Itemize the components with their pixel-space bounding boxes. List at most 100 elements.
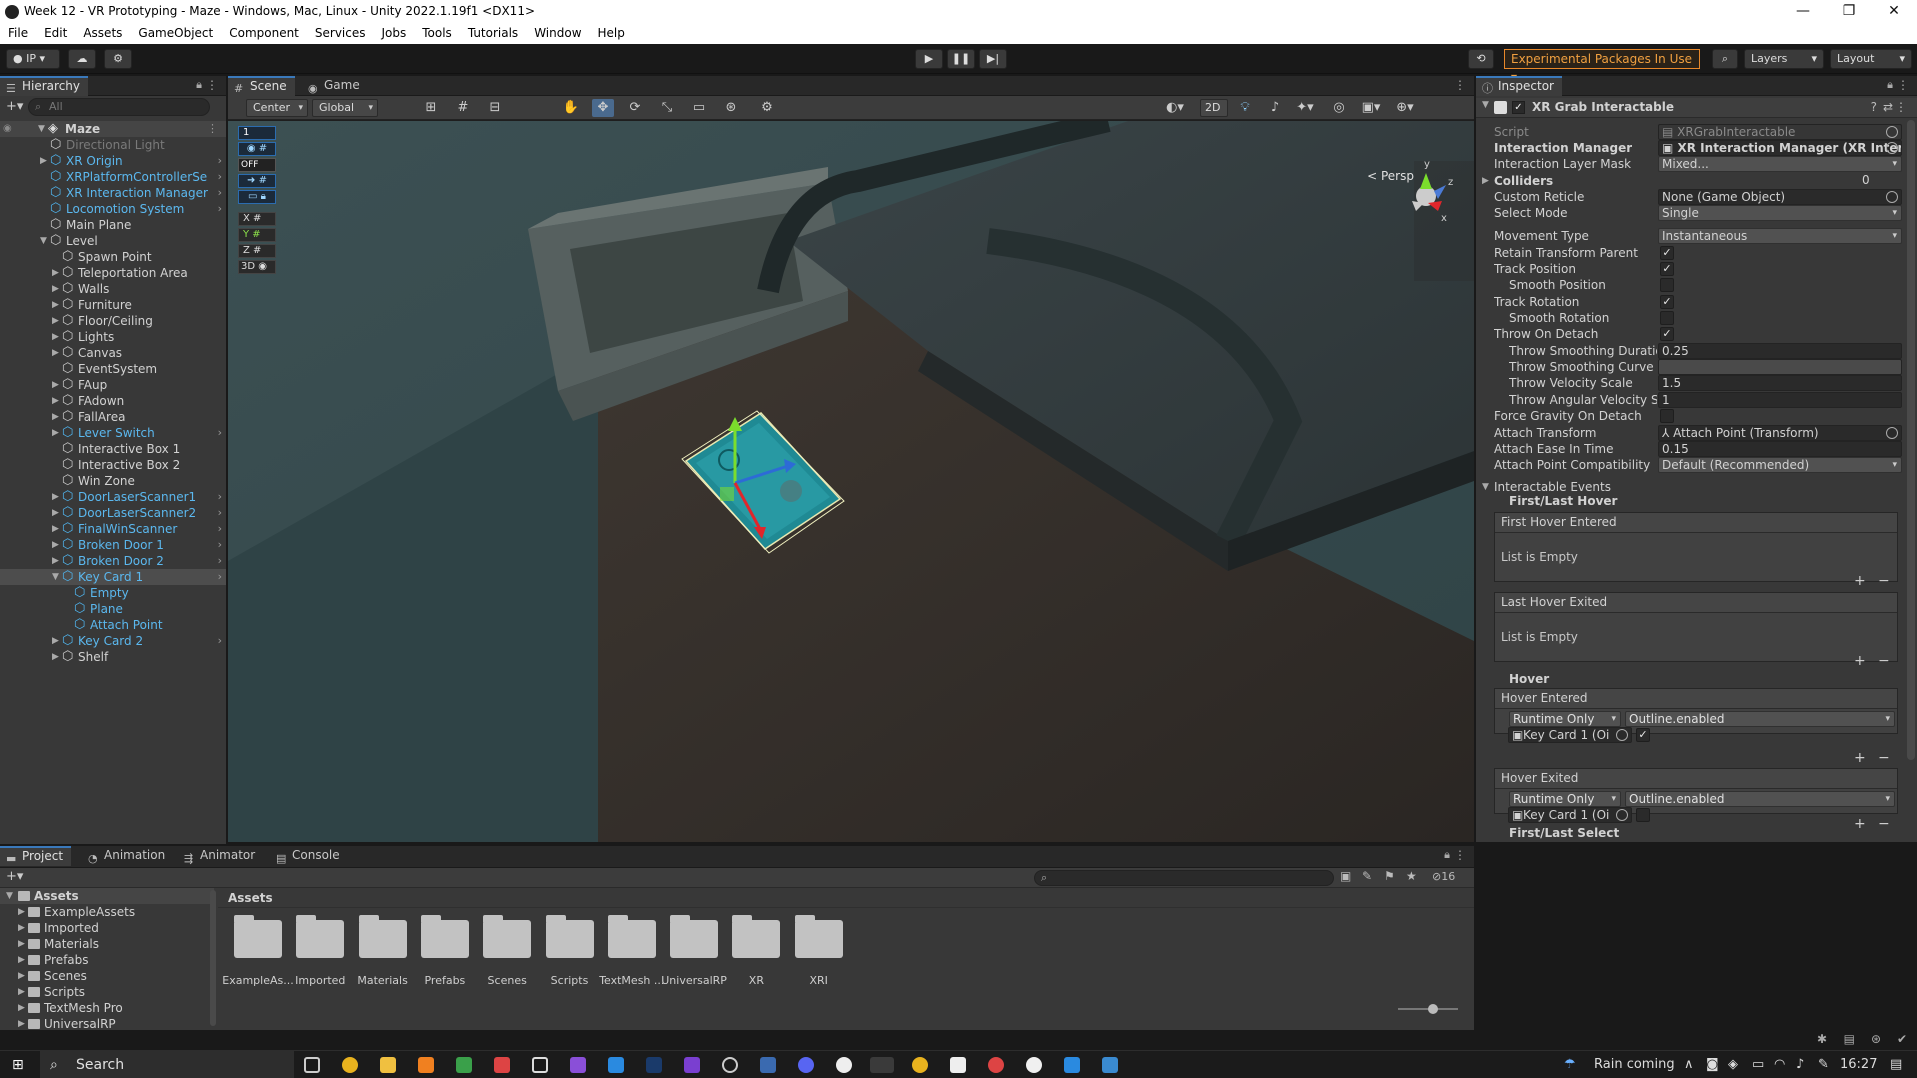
scale-tool-icon[interactable]: ⤡ [656, 99, 678, 117]
tab-console[interactable]: ▤ Console [270, 846, 348, 866]
hierarchy-item[interactable]: ▶ ⬡ DoorLaserScanner2 › [0, 505, 226, 521]
increment-snap-icon[interactable]: ⊟ [484, 99, 506, 117]
throw-velocity-scale-field[interactable]: 1.5 [1658, 375, 1902, 391]
remove-event-button[interactable]: − [1878, 573, 1890, 589]
pivot-center-dropdown[interactable]: Center ▾ [246, 99, 308, 117]
expand-arrow-icon[interactable]: ▶ [52, 553, 59, 569]
history-icon[interactable]: ⟲ [1468, 49, 1494, 69]
movement-type-dropdown[interactable]: Instantaneous ▾ [1658, 228, 1902, 244]
lock-icon[interactable]: 🔒︎ [1444, 848, 1450, 862]
object-picker-icon[interactable] [1886, 191, 1898, 203]
more-options-icon[interactable]: ⋮ [1454, 78, 1466, 92]
open-prefab-arrow-icon[interactable]: › [218, 537, 222, 553]
expand-arrow-icon[interactable]: ▶ [18, 984, 25, 1000]
play-button[interactable]: ▶ [915, 49, 943, 69]
cache-icon[interactable]: ▤ [1844, 1032, 1855, 1046]
asset-folder-item[interactable]: XRI [781, 914, 857, 987]
hierarchy-item[interactable]: ▶ ⬡ FallArea [0, 409, 226, 425]
tree-folder-item[interactable]: ▶ UniversalRP [0, 1016, 214, 1030]
expand-arrow-icon[interactable]: ▶ [52, 505, 59, 521]
tab-scene[interactable]: # Scene [228, 76, 295, 96]
account-dropdown[interactable]: ● IP ▾ [6, 49, 60, 69]
hierarchy-item[interactable]: ⬡ Interactive Box 1 [0, 441, 226, 457]
expand-arrow-icon[interactable]: ▶ [52, 281, 59, 297]
menu-tools[interactable]: Tools [414, 24, 460, 40]
rotate-tool-icon[interactable]: ⟳ [624, 99, 646, 117]
collapse-arrow-icon[interactable]: ▼ [1482, 100, 1489, 110]
hierarchy-item[interactable]: ▶ ⬡ FAup [0, 377, 226, 393]
expand-arrow-icon[interactable]: ▶ [18, 1016, 25, 1030]
tree-folder-item[interactable]: ▶ Prefabs [0, 952, 214, 968]
project-search-input[interactable]: ⌕ [1034, 870, 1334, 886]
network-icon[interactable]: ◈ [1728, 1057, 1738, 1073]
expand-arrow-icon[interactable]: ▶ [18, 968, 25, 984]
twitch-icon[interactable] [570, 1057, 586, 1073]
open-prefab-arrow-icon[interactable]: › [218, 521, 222, 537]
menu-assets[interactable]: Assets [75, 24, 130, 40]
tree-folder-item[interactable]: ▶ ExampleAssets [0, 904, 214, 920]
gmail-icon[interactable] [494, 1057, 510, 1073]
hierarchy-item[interactable]: ⬡ Directional Light [0, 137, 226, 153]
breadcrumb[interactable]: Assets [218, 888, 1474, 908]
more-options-icon[interactable]: ⋮ [1897, 78, 1909, 92]
overlay-layer-button[interactable]: 1 [238, 126, 276, 140]
expand-arrow-icon[interactable]: ▶ [52, 649, 59, 665]
collab-icon[interactable]: ⚙ [104, 49, 132, 69]
camera-settings-icon[interactable]: ▣▾ [1360, 99, 1382, 117]
hierarchy-item[interactable]: ▼ ⬡ Key Card 1 › [0, 569, 226, 585]
grid-snap-icon[interactable]: ⊞ [420, 99, 442, 117]
tree-folder-item[interactable]: ▶ Scenes [0, 968, 214, 984]
add-event-button[interactable]: + [1854, 750, 1866, 766]
visual-studio-icon[interactable] [684, 1057, 700, 1073]
app-icon[interactable] [1064, 1057, 1080, 1073]
collapse-arrow-icon[interactable]: ▼ [40, 233, 47, 249]
expand-arrow-icon[interactable]: ▶ [52, 633, 59, 649]
overlay-3d-button[interactable]: 3D ◉ [238, 260, 276, 274]
hierarchy-item[interactable]: ▼ ⬡ Level [0, 233, 226, 249]
target-object-field[interactable]: ▣ Key Card 1 (Oi [1508, 727, 1632, 743]
colliders-count[interactable]: 0 [1856, 173, 1902, 189]
tree-folder-item[interactable]: ▶ TextMesh Pro [0, 1000, 214, 1016]
more-options-icon[interactable]: ⋮ [207, 121, 218, 137]
tab-inspector[interactable]: ⓘ Inspector [1476, 76, 1562, 96]
expand-arrow-icon[interactable]: ▶ [52, 393, 59, 409]
maximize-button[interactable]: ❐ [1826, 0, 1872, 24]
presets-icon[interactable]: ⇄ [1883, 100, 1893, 114]
hand-tool-icon[interactable]: ✋ [560, 99, 582, 117]
weather-text[interactable]: Rain coming [1594, 1057, 1675, 1073]
hierarchy-item[interactable]: ⬡ Main Plane [0, 217, 226, 233]
app-icon[interactable] [760, 1057, 776, 1073]
overlay-off-button[interactable]: OFF [238, 158, 276, 172]
open-prefab-arrow-icon[interactable]: › [218, 633, 222, 649]
overlay-z-button[interactable]: Z # [238, 244, 276, 258]
progress-icon[interactable]: ⊛ [1871, 1032, 1881, 1046]
lighting-toggle-icon[interactable]: 💡︎ [1234, 99, 1256, 117]
more-options-icon[interactable]: ⋮ [1895, 100, 1907, 114]
throw-angular-velocity-field[interactable]: 1 [1658, 392, 1902, 408]
hidden-objects-icon[interactable]: ◎ [1328, 99, 1350, 117]
hierarchy-item[interactable]: ▶ ⬡ Furniture [0, 297, 226, 313]
taskbar-search-input[interactable]: ⌕ Search [40, 1051, 294, 1078]
expand-arrow-icon[interactable]: ▶ [52, 265, 59, 281]
unity-editor-active-icon[interactable] [870, 1057, 894, 1073]
expand-arrow-icon[interactable]: ▶ [52, 489, 59, 505]
attach-compat-dropdown[interactable]: Default (Recommended) ▾ [1658, 457, 1902, 473]
search-by-type-icon[interactable]: ▣ [1340, 869, 1351, 883]
draw-mode-icon[interactable]: ◐▾ [1164, 99, 1186, 117]
chrome-icon[interactable] [912, 1057, 928, 1073]
scene-viewport[interactable]: y z x [228, 121, 1474, 842]
lock-icon[interactable]: 🔒︎ [1887, 78, 1893, 92]
tree-folder-item[interactable]: ▶ Scripts [0, 984, 214, 1000]
hierarchy-item[interactable]: ▶ ⬡ FinalWinScanner › [0, 521, 226, 537]
menu-help[interactable]: Help [590, 24, 633, 40]
hierarchy-item[interactable]: ⬡ Spawn Point [0, 249, 226, 265]
open-prefab-arrow-icon[interactable]: › [218, 553, 222, 569]
more-options-icon[interactable]: ⋮ [206, 78, 218, 92]
hierarchy-search-input[interactable]: ⌕ All [28, 98, 210, 116]
app-icon[interactable] [950, 1057, 966, 1073]
tree-folder-item[interactable]: ▶ Imported [0, 920, 214, 936]
discord-icon[interactable] [798, 1057, 814, 1073]
unreal-icon[interactable] [836, 1057, 852, 1073]
expand-arrow-icon[interactable]: ▶ [52, 345, 59, 361]
hierarchy-item[interactable]: ⬡ Interactive Box 2 [0, 457, 226, 473]
